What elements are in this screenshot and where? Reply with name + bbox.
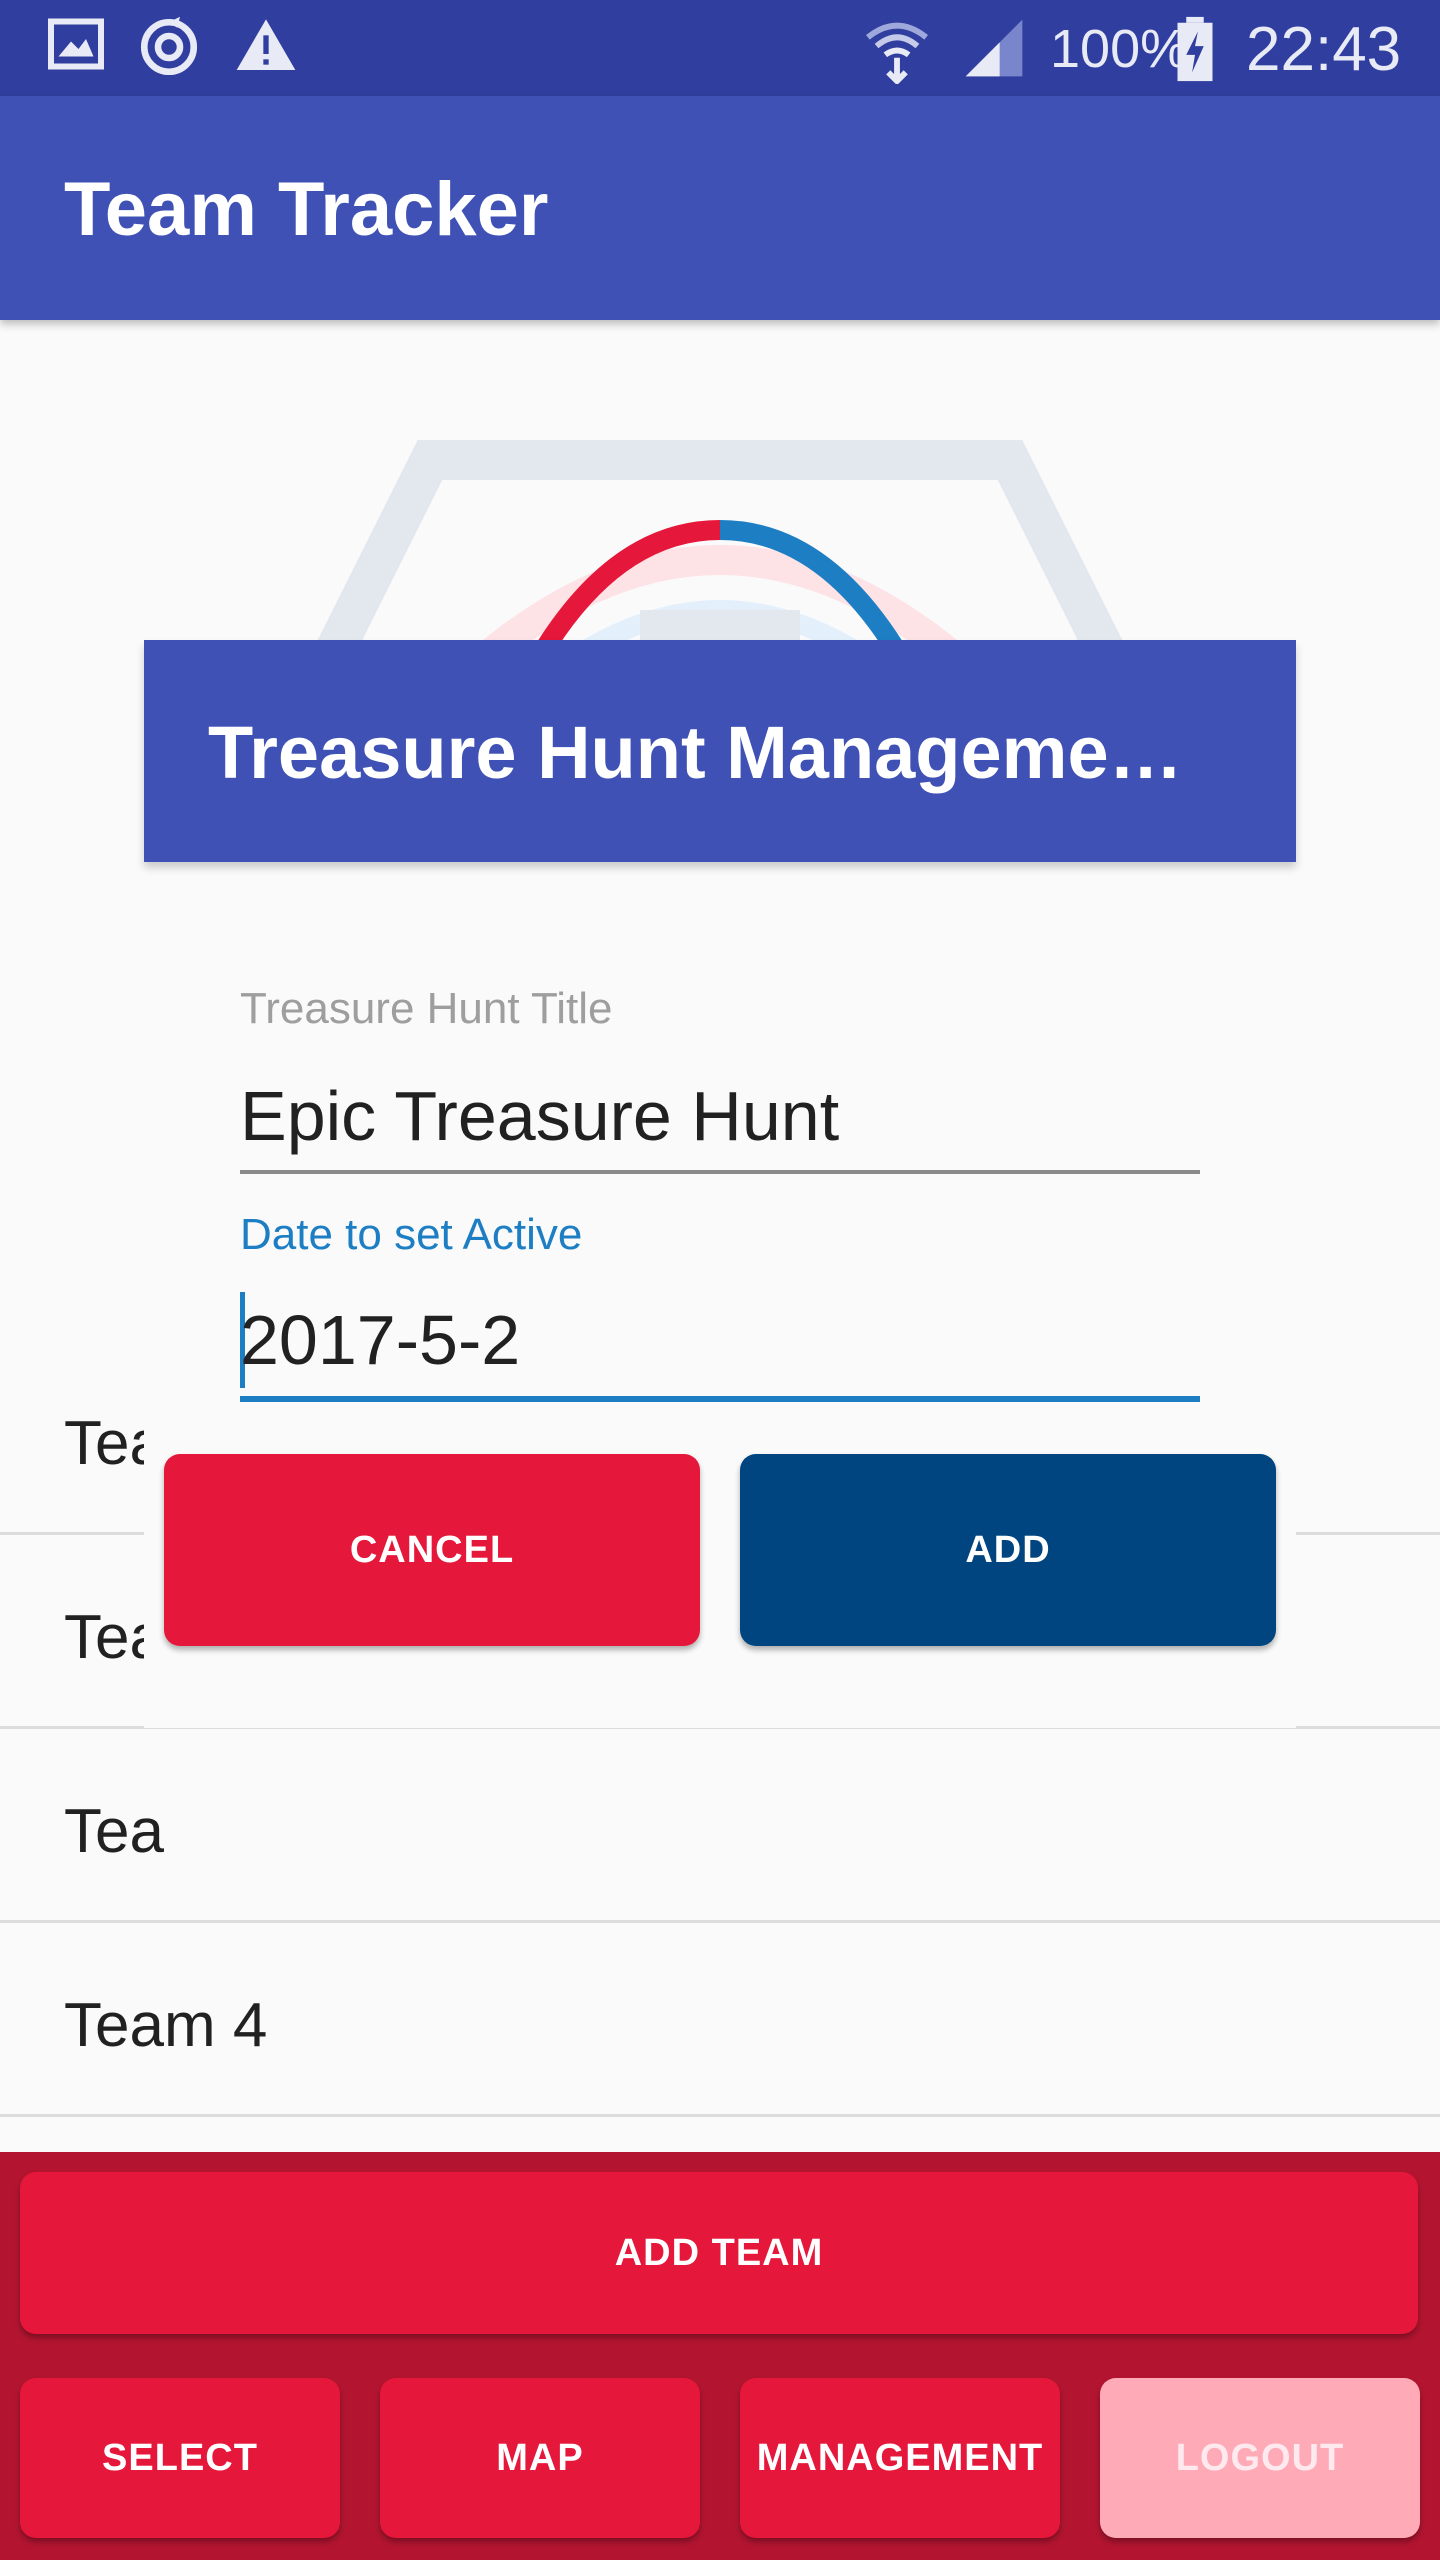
battery-charging-icon <box>1174 14 1216 89</box>
dialog-title: Treasure Hunt Manageme… <box>208 711 1183 794</box>
app-title: Team Tracker <box>64 167 549 252</box>
title-input[interactable]: Epic Treasure Hunt <box>240 1076 839 1156</box>
title-input-underline <box>240 1170 1200 1174</box>
cancel-button[interactable]: CANCEL <box>164 1454 700 1646</box>
map-button[interactable]: MAP <box>380 2378 700 2538</box>
title-field-label: Treasure Hunt Title <box>240 984 613 1033</box>
select-button[interactable]: SELECT <box>20 2378 340 2538</box>
app-bar: Team Tracker <box>0 96 1440 320</box>
team-name: Team 4 <box>64 1991 268 2060</box>
warning-icon <box>234 14 298 83</box>
logout-button[interactable]: LOGOUT <box>1100 2378 1420 2538</box>
signal-icon <box>960 14 1028 87</box>
team-name: Tea <box>64 1797 164 1866</box>
wifi-icon <box>860 14 934 89</box>
date-field-label: Date to set Active <box>240 1210 583 1259</box>
treasure-hunt-dialog: Treasure Hunt Manageme… Treasure Hunt Ti… <box>144 640 1296 1728</box>
sync-icon <box>136 14 202 85</box>
management-button[interactable]: MANAGEMENT <box>740 2378 1060 2538</box>
add-team-button[interactable]: ADD TEAM <box>20 2172 1418 2334</box>
add-button[interactable]: ADD <box>740 1454 1276 1646</box>
dialog-header: Treasure Hunt Manageme… <box>144 640 1296 862</box>
battery-percent: 100% <box>1050 19 1189 79</box>
date-input[interactable]: 2017-5-2 <box>240 1300 520 1380</box>
team-list-item[interactable]: Team 4 <box>0 1920 1440 2117</box>
image-icon <box>46 14 106 79</box>
clock: 22:43 <box>1246 15 1402 84</box>
team-list-item[interactable]: Tea <box>0 1726 1440 1923</box>
date-input-underline <box>240 1396 1200 1402</box>
status-bar: 100% 22:43 <box>0 0 1440 96</box>
